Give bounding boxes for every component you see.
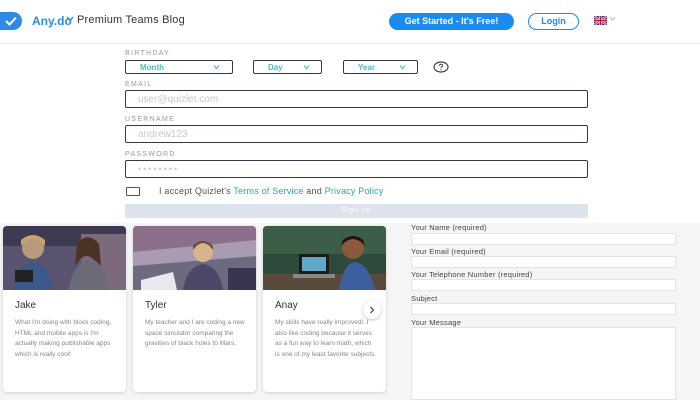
contact-message-textarea[interactable]	[411, 327, 676, 400]
chevron-down-icon	[213, 65, 220, 70]
day-select-value: Day	[268, 63, 283, 72]
testimonial-photo	[133, 226, 256, 290]
contact-phone-label: Your Telephone Number (required)	[411, 270, 533, 279]
password-label: PASSWORD	[125, 151, 176, 158]
contact-email-input[interactable]	[411, 256, 676, 268]
day-select[interactable]: Day	[253, 60, 322, 74]
contact-subject-input[interactable]	[411, 303, 676, 315]
testimonial-card: Jake What I'm doing with block coding, H…	[3, 226, 126, 392]
testimonial-name: Tyler	[145, 300, 167, 311]
year-select-value: Year	[358, 63, 375, 72]
testimonial-quote: My skills have really improved!..I also …	[275, 319, 377, 358]
terms-of-service-link[interactable]: Terms of Service	[233, 186, 303, 196]
contact-message-label: Your Message	[411, 318, 462, 327]
contact-name-label: Your Name (required)	[411, 223, 487, 232]
chevron-down-icon[interactable]	[66, 14, 74, 24]
testimonial-name: Anay	[275, 300, 298, 311]
chevron-down-icon	[399, 65, 406, 70]
testimonial-card: Tyler My teacher and I are coding a new …	[133, 226, 256, 392]
username-field[interactable]	[125, 125, 588, 143]
language-caret-icon[interactable]	[609, 15, 616, 22]
signup-button[interactable]: Sign up	[125, 204, 588, 218]
contact-name-input[interactable]	[411, 233, 676, 245]
year-select[interactable]: Year	[343, 60, 418, 74]
top-navbar: Any.do Premium Teams Blog Get Started - …	[0, 0, 700, 44]
terms-prefix: I accept Quizlet's	[159, 186, 234, 196]
get-started-button[interactable]: Get Started - It's Free!	[389, 13, 514, 30]
password-field[interactable]	[125, 160, 588, 178]
contact-email-label: Your Email (required)	[411, 247, 486, 256]
testimonial-name: Jake	[15, 300, 37, 311]
username-label: USERNAME	[125, 116, 176, 123]
contact-subject-label: Subject	[411, 294, 438, 303]
privacy-policy-link[interactable]: Privacy Policy	[325, 186, 384, 196]
contact-phone-input[interactable]	[411, 279, 676, 291]
carousel-next-button[interactable]	[363, 301, 381, 319]
month-select-value: Month	[140, 63, 164, 72]
checkmark-logo-icon[interactable]	[0, 12, 22, 30]
month-select[interactable]: Month	[125, 60, 233, 74]
help-icon[interactable]	[433, 61, 449, 73]
testimonial-quote: What I'm doing with block coding, HTML a…	[15, 319, 112, 358]
chevron-down-icon	[303, 65, 310, 70]
testimonial-photo	[263, 226, 386, 290]
login-button[interactable]: Login	[528, 13, 579, 30]
blog-title: Premium Teams Blog	[77, 14, 185, 26]
testimonial-quote: My teacher and I are coding a new space …	[145, 319, 245, 347]
uk-flag-icon[interactable]	[594, 16, 607, 25]
birthday-label: BIRTHDAY	[125, 50, 171, 57]
testimonial-photo	[3, 226, 126, 290]
terms-and: and	[303, 186, 325, 196]
terms-text: I accept Quizlet's Terms of Service and …	[159, 186, 383, 196]
terms-checkbox[interactable]	[126, 187, 140, 196]
email-label: EMAIL	[125, 81, 153, 88]
email-field[interactable]	[125, 90, 588, 108]
chevron-right-icon	[370, 306, 375, 314]
